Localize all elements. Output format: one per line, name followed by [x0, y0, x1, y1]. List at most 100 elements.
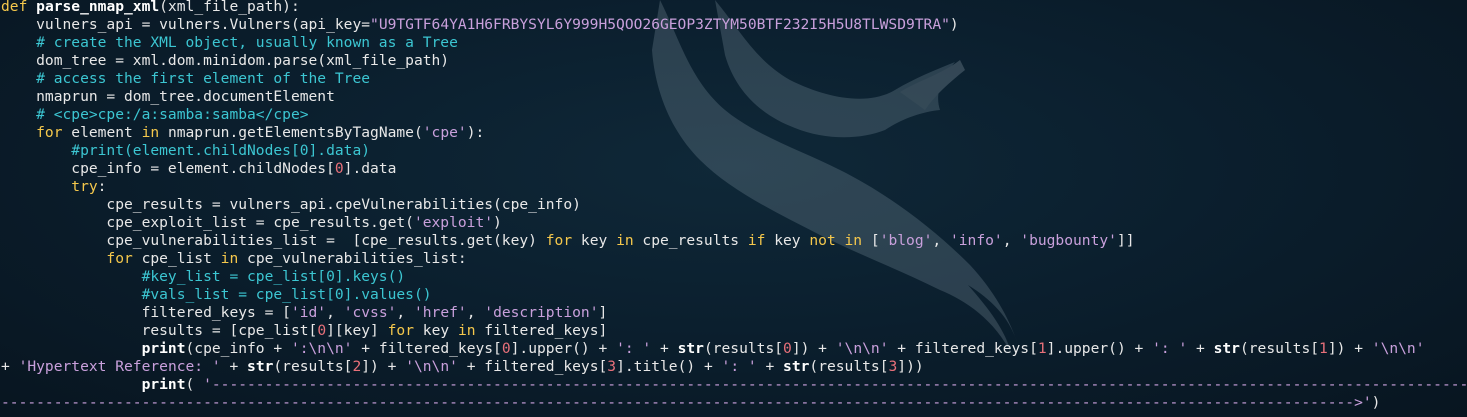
- keyword-token: try: [1, 178, 98, 195]
- code-line[interactable]: cpe_info = element.childNodes[0].data: [1, 160, 1467, 178]
- text-token: cpe_info = element.childNodes[: [1, 160, 335, 177]
- code-line[interactable]: try:: [1, 178, 1467, 196]
- text-token: results = [cpe_list[: [1, 322, 318, 339]
- text-token: (cpe_info +: [185, 340, 291, 357]
- text-token: cpe_vulnerabilities_list = [cpe_results.…: [1, 232, 546, 249]
- string-token: 'cvss': [343, 304, 397, 321]
- code-line[interactable]: # create the XML object, usually known a…: [1, 34, 1467, 52]
- builtin-token: str: [247, 358, 274, 375]
- string-token: ----------------------------------------…: [1, 394, 1363, 411]
- number-token: 0: [501, 340, 511, 357]
- builtin-token: str: [783, 358, 810, 375]
- string-token: '\n\n': [1371, 340, 1425, 357]
- string-token: ': ': [721, 358, 757, 375]
- number-token: 0: [317, 322, 327, 339]
- code-line[interactable]: print( '--------------------------------…: [1, 376, 1467, 394]
- builtin-token: print: [1, 376, 186, 393]
- number-token: 1: [1319, 340, 1328, 357]
- text-token: ]) +: [361, 358, 406, 375]
- code-line[interactable]: for element in nmaprun.getElementsByTagN…: [1, 124, 1467, 142]
- string-token: 'href': [413, 304, 467, 321]
- text-token: ]) +: [1327, 340, 1372, 357]
- code-line[interactable]: dom_tree = xml.dom.minidom.parse(xml_fil…: [1, 52, 1467, 70]
- string-token: 'blog': [879, 232, 933, 249]
- code-line[interactable]: results = [cpe_list[0][key] for key in f…: [1, 322, 1467, 340]
- text-token: filtered_keys = [: [1, 304, 291, 321]
- code-line[interactable]: + 'Hypertext Reference: ' + str(results[…: [1, 358, 1467, 376]
- text-token: ][key]: [326, 322, 388, 339]
- code-line[interactable]: # <cpe>cpe:/a:samba:samba</cpe>: [1, 106, 1467, 124]
- code-line[interactable]: cpe_results = vulners_api.cpeVulnerabili…: [1, 196, 1467, 214]
- string-token: 'cpe': [422, 124, 467, 141]
- number-token: 1: [1037, 340, 1047, 357]
- comment-token: #print(element.childNodes[0].data): [1, 142, 371, 159]
- text-token: cpe_vulnerabilities_list:: [247, 250, 467, 267]
- string-token: 'exploit': [413, 214, 494, 231]
- comment-token: #key_list = cpe_list[0].keys(): [1, 268, 406, 285]
- keyword-token: in: [141, 124, 168, 141]
- string-token: "U9TGTF64YA1H6FRBYSYL6Y999H5QOO26GEOP3ZT…: [370, 16, 950, 33]
- comment-token: #vals_list = cpe_list[0].values(): [1, 286, 432, 303]
- text-token: :: [97, 178, 107, 195]
- text-token: (results[: [1239, 340, 1320, 357]
- text-token: (: [185, 376, 204, 393]
- text-token: ): [493, 214, 502, 231]
- text-token: +: [651, 340, 678, 357]
- keyword-token: for: [1, 250, 142, 267]
- text-token: ].title() +: [616, 358, 722, 375]
- string-token: '---------------------------------------…: [203, 376, 1467, 393]
- text-token: ):: [466, 124, 485, 141]
- text-token: (results[: [703, 340, 784, 357]
- function-name-token: parse_nmap_xml: [36, 0, 160, 15]
- keyword-token: in: [220, 250, 248, 267]
- text-token: ,: [1002, 232, 1021, 249]
- string-token: 'info': [949, 232, 1003, 249]
- text-token: + filtered_keys[: [457, 358, 608, 375]
- code-editor[interactable]: def parse_nmap_xml(xml_file_path): vulne…: [1, 0, 1467, 412]
- builtin-token: str: [677, 340, 704, 357]
- code-line[interactable]: print(cpe_info + ':\n\n' + filtered_keys…: [1, 340, 1467, 358]
- code-line[interactable]: #print(element.childNodes[0].data): [1, 142, 1467, 160]
- text-token: ]) +: [791, 340, 836, 357]
- text-token: key: [422, 322, 458, 339]
- keyword-token: for: [1, 124, 72, 141]
- code-line[interactable]: #vals_list = cpe_list[0].values(): [1, 286, 1467, 304]
- builtin-token: str: [1213, 340, 1240, 357]
- number-token: 2: [352, 358, 362, 375]
- text-token: (results[: [273, 358, 353, 375]
- code-line[interactable]: ----------------------------------------…: [1, 394, 1467, 412]
- code-line[interactable]: for cpe_list in cpe_vulnerabilities_list…: [1, 250, 1467, 268]
- text-token: +: [220, 358, 248, 375]
- code-line[interactable]: #key_list = cpe_list[0].keys(): [1, 268, 1467, 286]
- string-token: '\n\n': [835, 340, 889, 357]
- terminal-window[interactable]: def parse_nmap_xml(xml_file_path): vulne…: [0, 0, 1467, 417]
- code-line[interactable]: # access the first element of the Tree: [1, 70, 1467, 88]
- string-token: 'id': [290, 304, 327, 321]
- comment-token: # create the XML object, usually known a…: [1, 34, 458, 51]
- text-token: cpe_exploit_list = cpe_results.get(: [1, 214, 414, 231]
- text-token: + filtered_keys[: [888, 340, 1038, 357]
- code-line[interactable]: cpe_vulnerabilities_list = [cpe_results.…: [1, 232, 1467, 250]
- text-token: vulners_api = vulners.Vulners(api_key=: [1, 16, 371, 33]
- number-token: 0: [783, 340, 792, 357]
- text-token: ]]: [1116, 232, 1135, 249]
- text-token: ): [1371, 394, 1381, 411]
- string-token: ': ': [1152, 340, 1188, 357]
- text-token: cpe_results = vulners_api.cpeVulnerabili…: [1, 196, 581, 213]
- comment-token: # access the first element of the Tree: [1, 70, 371, 87]
- text-token: nmaprun = dom_tree.documentElement: [1, 88, 335, 105]
- code-line[interactable]: def parse_nmap_xml(xml_file_path):: [1, 0, 1467, 16]
- code-line[interactable]: nmaprun = dom_tree.documentElement: [1, 88, 1467, 106]
- keyword-token: in: [616, 232, 643, 249]
- code-line[interactable]: cpe_exploit_list = cpe_results.get('expl…: [1, 214, 1467, 232]
- number-token: 3: [607, 358, 617, 375]
- text-token: cpe_list: [141, 250, 221, 267]
- text-token: +: [1187, 340, 1214, 357]
- string-token: 'Hypertext Reference: ': [18, 358, 221, 375]
- builtin-token: print: [1, 340, 186, 357]
- code-line[interactable]: vulners_api = vulners.Vulners(api_key="U…: [1, 16, 1467, 34]
- text-token: ].upper() +: [1046, 340, 1153, 357]
- text-token: [: [870, 232, 880, 249]
- code-line[interactable]: filtered_keys = ['id', 'cvss', 'href', '…: [1, 304, 1467, 322]
- text-token: ].data: [343, 160, 397, 177]
